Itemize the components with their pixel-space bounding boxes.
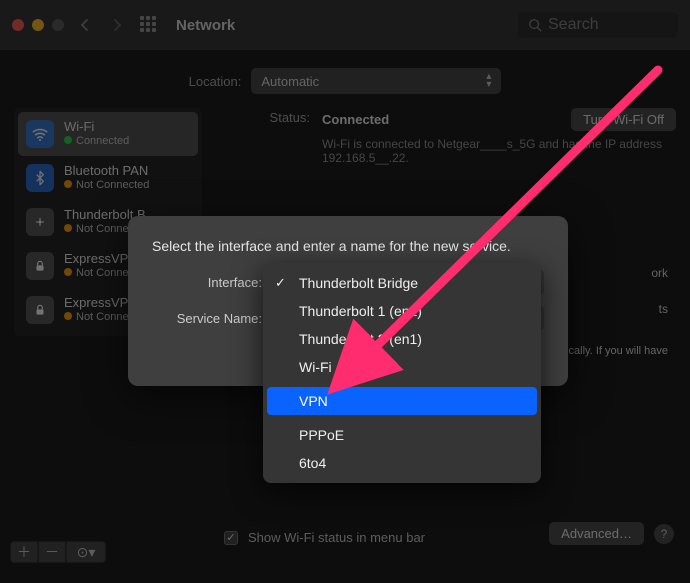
dropdown-item-thunderbolt-bridge[interactable]: ✓Thunderbolt Bridge — [263, 269, 541, 297]
back-button[interactable] — [74, 14, 96, 36]
status-value: Connected — [322, 112, 389, 127]
help-button[interactable]: ? — [654, 524, 674, 544]
status-description: Wi-Fi is connected to Netgear____s_5G an… — [322, 137, 676, 165]
zoom-window-button[interactable] — [52, 19, 64, 31]
remove-service-button[interactable]: － — [38, 541, 66, 563]
dropdown-item-vpn[interactable]: VPN — [267, 387, 537, 415]
show-menubar-label: Show Wi-Fi status in menu bar — [248, 530, 425, 545]
search-placeholder: Search — [548, 16, 599, 34]
lock-icon — [26, 296, 54, 324]
dropdown-item-6to4[interactable]: 6to4 — [263, 449, 541, 477]
wifi-icon — [26, 120, 54, 148]
search-icon — [528, 18, 542, 32]
interface-label: Interface: — [152, 275, 262, 290]
chevron-updown-icon: ▴▾ — [486, 73, 491, 89]
lock-icon — [26, 252, 54, 280]
check-icon: ✓ — [275, 273, 286, 293]
service-actions-menu[interactable]: ⊙▾ — [66, 541, 106, 563]
show-menubar-checkbox[interactable]: ✓ — [224, 531, 238, 545]
location-row: Location: Automatic ▴▾ — [0, 50, 690, 108]
minimize-window-button[interactable] — [32, 19, 44, 31]
window-controls — [12, 19, 64, 31]
dropdown-item-thunderbolt-2[interactable]: Thunderbolt 2 (en1) — [263, 325, 541, 353]
dropdown-item-thunderbolt-1[interactable]: Thunderbolt 1 (en2) — [263, 297, 541, 325]
dropdown-item-wifi[interactable]: Wi-Fi — [263, 353, 541, 381]
toggle-wifi-button[interactable]: Turn Wi-Fi Off — [571, 108, 676, 131]
search-field[interactable]: Search — [518, 12, 678, 38]
close-window-button[interactable] — [12, 19, 24, 31]
service-name-label: Service Name: — [152, 311, 262, 326]
grid-icon — [140, 16, 158, 34]
detail-footer: ✓ Show Wi-Fi status in menu bar — [224, 530, 425, 545]
sidebar-item-bluetooth[interactable]: Bluetooth PANNot Connected — [18, 156, 198, 200]
location-select[interactable]: Automatic ▴▾ — [251, 68, 501, 94]
location-label: Location: — [189, 74, 242, 89]
dropdown-item-pppoe[interactable]: PPPoE — [263, 421, 541, 449]
sidebar-item-label: Wi-Fi — [64, 120, 129, 134]
apps-grid-button[interactable] — [138, 14, 160, 36]
interface-dropdown: ✓Thunderbolt Bridge Thunderbolt 1 (en2) … — [263, 263, 541, 483]
status-label: Status: — [220, 108, 310, 125]
forward-button[interactable] — [106, 14, 128, 36]
window-title: Network — [176, 17, 235, 34]
advanced-footer: Advanced… ? — [549, 522, 674, 545]
location-value: Automatic — [261, 74, 319, 89]
add-service-button[interactable]: ＋ — [10, 541, 38, 563]
sidebar-item-label: Bluetooth PAN — [64, 164, 149, 178]
bluetooth-icon — [26, 164, 54, 192]
sheet-prompt: Select the interface and enter a name fo… — [152, 238, 544, 254]
advanced-button[interactable]: Advanced… — [549, 522, 644, 545]
service-edit-bar: ＋ － ⊙▾ — [10, 541, 106, 563]
thunderbolt-icon — [26, 208, 54, 236]
window-toolbar: Network Search — [0, 0, 690, 50]
sidebar-item-wifi[interactable]: Wi-FiConnected — [18, 112, 198, 156]
